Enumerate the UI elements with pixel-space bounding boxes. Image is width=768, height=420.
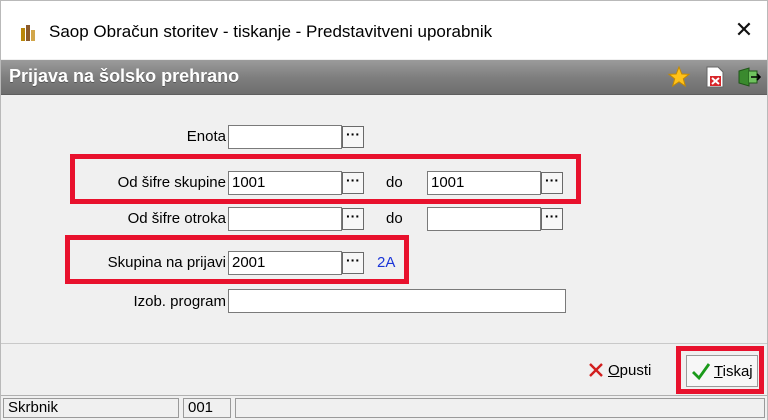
print-button-mnemonic: T [714,362,723,380]
do-sifre-otroka-lookup-button[interactable]: ··· [541,208,563,230]
window-title: Saop Obračun storitev - tiskanje - Preds… [49,22,493,41]
do-sifre-skupine-input[interactable]: 1001 [427,171,541,195]
status-bar: Skrbnik 001 [1,395,767,420]
cancel-button-label: pusti [619,361,652,379]
do-sifre-otroka-input[interactable] [427,207,541,231]
skupina-na-prijavi-input[interactable]: 2001 [228,251,342,275]
print-button-label: iskaj [722,362,753,380]
star-icon[interactable] [667,65,691,89]
form-title: Prijava na šolsko prehrano [9,66,240,86]
skupina-na-prijavi-label: Skupina na prijavi [107,254,226,271]
od-sifre-skupine-lookup-button[interactable]: ··· [342,172,364,194]
exit-icon[interactable] [737,65,761,89]
status-message [235,398,765,418]
print-form: Enota ··· Od šifre skupine 1001 ··· do 1… [1,95,767,343]
button-bar: Opusti Tiskaj [1,343,767,394]
enota-lookup-button[interactable]: ··· [342,126,364,148]
saop-app-icon [21,25,35,41]
do-sifre-skupine-lookup-button[interactable]: ··· [541,172,563,194]
cancel-button-mnemonic: O [608,361,620,379]
od-sifre-otroka-input[interactable] [228,207,342,231]
cancel-x-icon [589,363,603,377]
status-code: 001 [183,398,231,418]
od-sifre-otroka-label: Od šifre otroka [127,210,226,227]
od-sifre-skupine-input[interactable]: 1001 [228,171,342,195]
do-skupine-label: do [386,174,403,191]
close-window-button[interactable]: ✕ [729,15,759,45]
do-otroka-label: do [386,210,403,227]
cancel-button[interactable]: Opusti [587,355,651,385]
od-sifre-otroka-lookup-button[interactable]: ··· [342,208,364,230]
form-header: Prijava na šolsko prehrano [1,60,767,95]
title-bar[interactable]: Saop Obračun storitev - tiskanje - Preds… [1,1,767,59]
checkmark-icon [692,363,711,381]
close-document-icon[interactable] [703,65,727,89]
izob-program-input[interactable] [228,289,566,313]
status-user: Skrbnik [3,398,179,418]
print-button[interactable]: Tiskaj [686,355,758,387]
enota-input[interactable] [228,125,342,149]
enota-label: Enota [186,128,226,145]
skupina-na-prijavi-lookup-button[interactable]: ··· [342,252,364,274]
dialog-window: Saop Obračun storitev - tiskanje - Preds… [0,0,768,420]
od-sifre-skupine-label: Od šifre skupine [117,174,226,191]
izob-program-label: Izob. program [133,293,226,310]
skupina-resolved-value: 2A [377,254,396,271]
